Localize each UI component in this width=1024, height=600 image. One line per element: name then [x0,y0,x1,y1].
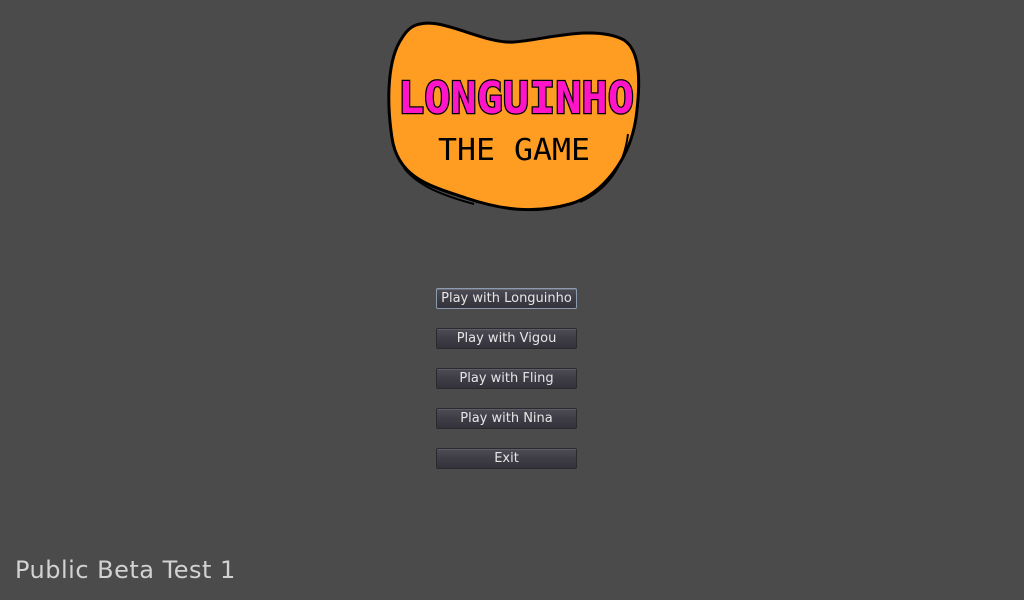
version-label: Public Beta Test 1 [15,556,236,584]
main-menu: Play with Longuinho Play with Vigou Play… [436,288,577,488]
main-menu-screen: LONGUINHO THE GAME Play with Longuinho P… [0,0,1024,600]
exit-button[interactable]: Exit [436,448,577,469]
play-nina-button[interactable]: Play with Nina [436,408,577,429]
play-fling-button[interactable]: Play with Fling [436,368,577,389]
game-logo: LONGUINHO THE GAME [384,18,646,216]
play-vigou-button[interactable]: Play with Vigou [436,328,577,349]
logo-subtitle: THE GAME [438,133,590,168]
play-longuinho-button[interactable]: Play with Longuinho [436,288,577,309]
logo-title: LONGUINHO [398,73,634,124]
